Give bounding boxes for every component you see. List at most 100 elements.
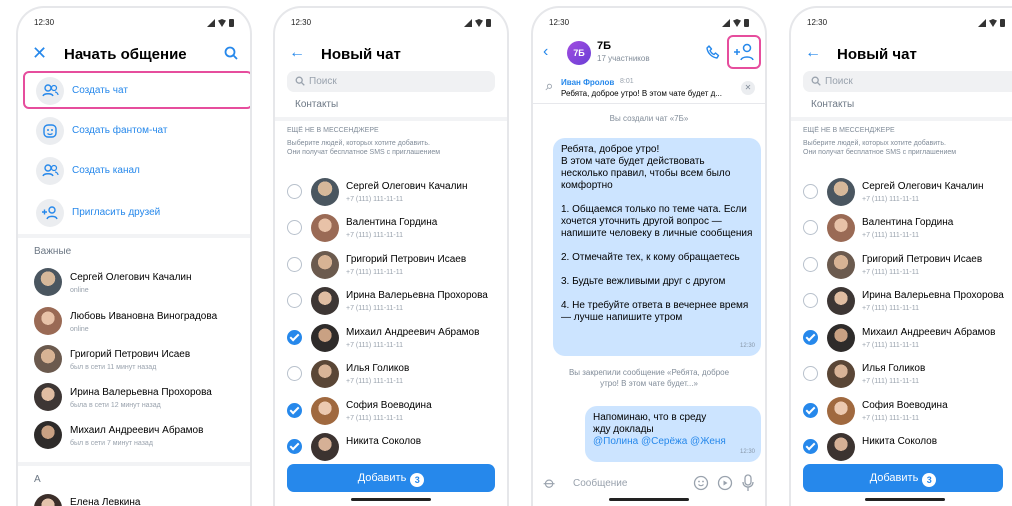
signal-icon: [978, 19, 986, 27]
contact-row[interactable]: Любовь Ивановна Виноградова online: [18, 305, 250, 341]
search-input[interactable]: Поиск: [803, 71, 1012, 92]
select-checkbox[interactable]: [287, 293, 302, 308]
avatar: [34, 268, 62, 296]
chat-avatar[interactable]: 7Б: [567, 41, 591, 65]
microphone-icon[interactable]: [741, 474, 755, 492]
pin-icon: ⚲: [542, 81, 555, 94]
chat-header: ‹ 7Б 7Б 17 участников: [533, 35, 765, 72]
create-phantom-chat-button[interactable]: Создать фантом-чат: [32, 114, 242, 148]
not-in-messenger-caption: Они получат бесплатное SMS с приглашение…: [287, 149, 441, 156]
unpin-close-icon[interactable]: ✕: [741, 81, 755, 95]
person-phone: +7 (111) 111-11-11: [862, 378, 920, 385]
person-row[interactable]: Никита Соколов: [275, 429, 507, 465]
select-checkbox[interactable]: [287, 439, 302, 454]
add-button[interactable]: Добавить 3: [803, 464, 1003, 492]
person-row[interactable]: Григорий Петрович Исаев +7 (111) 111-11-1…: [275, 247, 507, 283]
screen-new-chat: 12:30 ← Новый чат Поиск Контакты ЕЩЁ НЕ …: [273, 6, 509, 506]
pinned-message-bar[interactable]: ⚲ Иван Фролов 8:01 Ребята, доброе утро! …: [533, 74, 765, 104]
divider: [18, 234, 250, 238]
screen-start-conversation: 12:30 ✕ Начать общение Создать чат Созда…: [16, 6, 252, 506]
message-mentions[interactable]: @Полина @Серёжа @Женя: [593, 436, 726, 447]
close-icon[interactable]: ✕: [32, 43, 47, 64]
pinned-author: Иван Фролов: [561, 78, 615, 87]
person-phone: +7 (111) 111-11-11: [346, 378, 404, 385]
person-row[interactable]: Илья Голиков +7 (111) 111-11-11: [275, 356, 507, 392]
select-checkbox[interactable]: [803, 330, 818, 345]
signal-icon: [722, 19, 730, 27]
create-phantom-chat-label: Создать фантом-чат: [72, 125, 168, 136]
not-in-messenger-header: ЕЩЁ НЕ В МЕССЕНДЖЕРЕ: [287, 127, 379, 134]
select-checkbox[interactable]: [803, 403, 818, 418]
select-checkbox[interactable]: [803, 184, 818, 199]
message-bubble[interactable]: Ребята, доброе утро! В этом чате будет д…: [553, 138, 761, 356]
select-checkbox[interactable]: [287, 403, 302, 418]
person-row[interactable]: Ирина Валерьевна Прохорова +7 (111) 111-1…: [791, 283, 1012, 319]
select-checkbox[interactable]: [287, 366, 302, 381]
back-chevron-icon[interactable]: ‹: [543, 43, 548, 61]
search-placeholder: Поиск: [825, 76, 853, 87]
person-row[interactable]: Ирина Валерьевна Прохорова +7 (111) 111-1…: [275, 283, 507, 319]
person-phone: +7 (111) 111-11-11: [862, 415, 920, 422]
person-row[interactable]: Валентина Гордина +7 (111) 111-11-11: [791, 210, 1012, 246]
person-row[interactable]: Никита Соколов: [791, 429, 1012, 465]
avatar: [34, 345, 62, 373]
back-arrow-icon[interactable]: ←: [805, 44, 821, 62]
contact-row[interactable]: Ирина Валерьевна Прохорова была в сети 1…: [18, 381, 250, 417]
create-channel-button[interactable]: Создать канал: [32, 154, 242, 188]
header: ✕ Начать общение: [18, 36, 250, 72]
select-checkbox[interactable]: [803, 293, 818, 308]
person-row[interactable]: Григорий Петрович Исаев +7 (111) 111-11-1…: [791, 247, 1012, 283]
person-row[interactable]: Сергей Олегович Качалин +7 (111) 111-11-1…: [791, 174, 1012, 210]
person-phone: +7 (111) 111-11-11: [346, 415, 404, 422]
phone-call-icon[interactable]: [705, 44, 721, 60]
contacts-link[interactable]: Контакты: [295, 99, 338, 110]
video-message-icon[interactable]: [717, 475, 733, 491]
search-input[interactable]: Поиск: [287, 71, 495, 92]
person-phone: +7 (111) 111-11-11: [862, 305, 920, 312]
select-checkbox[interactable]: [287, 220, 302, 235]
letter-header: А: [34, 474, 41, 485]
person-row[interactable]: Михаил Андреевич Абрамов +7 (111) 111-11-…: [791, 320, 1012, 356]
back-arrow-icon[interactable]: ←: [289, 44, 305, 62]
person-row[interactable]: Сергей Олегович Качалин +7 (111) 111-11-1…: [275, 174, 507, 210]
person-phone: +7 (111) 111-11-11: [862, 232, 920, 239]
person-row[interactable]: Михаил Андреевич Абрамов +7 (111) 111-11-…: [275, 320, 507, 356]
add-button[interactable]: Добавить 3: [287, 464, 495, 492]
search-icon[interactable]: [224, 46, 238, 60]
avatar: [34, 307, 62, 335]
system-message: Вы создали чат «7Б»: [609, 114, 689, 123]
person-name: Никита Соколов: [346, 436, 422, 447]
person-row[interactable]: Илья Голиков +7 (111) 111-11-11: [791, 356, 1012, 392]
contact-status: был в сети 7 минут назад: [70, 440, 153, 447]
message-bubble[interactable]: Напоминаю, что в среду жду доклады @Полин…: [585, 406, 761, 462]
selected-count-badge: 3: [410, 473, 425, 487]
avatar: [311, 251, 339, 279]
select-checkbox[interactable]: [803, 439, 818, 454]
person-phone: +7 (111) 111-11-11: [862, 196, 920, 203]
message-input[interactable]: Сообщение: [573, 478, 627, 489]
add-member-icon[interactable]: [733, 42, 755, 62]
status-time: 12:30: [291, 18, 312, 27]
contacts-link[interactable]: Контакты: [811, 99, 854, 110]
select-checkbox[interactable]: [803, 220, 818, 235]
message-time: 12:30: [739, 449, 755, 455]
select-checkbox[interactable]: [287, 257, 302, 272]
person-row[interactable]: София Воеводина +7 (111) 111-11-11: [791, 393, 1012, 429]
select-checkbox[interactable]: [287, 330, 302, 345]
emoji-icon[interactable]: [693, 475, 709, 491]
contact-row[interactable]: Григорий Петрович Исаев был в сети 11 ми…: [18, 343, 250, 379]
select-checkbox[interactable]: [803, 366, 818, 381]
select-checkbox[interactable]: [803, 257, 818, 272]
contact-name: Любовь Ивановна Виноградова: [70, 311, 218, 322]
contact-row[interactable]: Михаил Андреевич Абрамов был в сети 7 ми…: [18, 419, 250, 455]
person-row[interactable]: София Воеводина +7 (111) 111-11-11: [275, 393, 507, 429]
battery-icon: [229, 19, 234, 27]
contact-row[interactable]: Елена Левкина: [18, 492, 250, 506]
contact-row[interactable]: Сергей Олегович Качалин online: [18, 266, 250, 302]
wifi-icon: [733, 19, 741, 27]
person-row[interactable]: Валентина Гордина +7 (111) 111-11-11: [275, 210, 507, 246]
select-checkbox[interactable]: [287, 184, 302, 199]
invite-friends-button[interactable]: Пригласить друзей: [32, 196, 242, 230]
avatar: [827, 433, 855, 461]
attach-icon[interactable]: ⌀: [539, 473, 560, 494]
